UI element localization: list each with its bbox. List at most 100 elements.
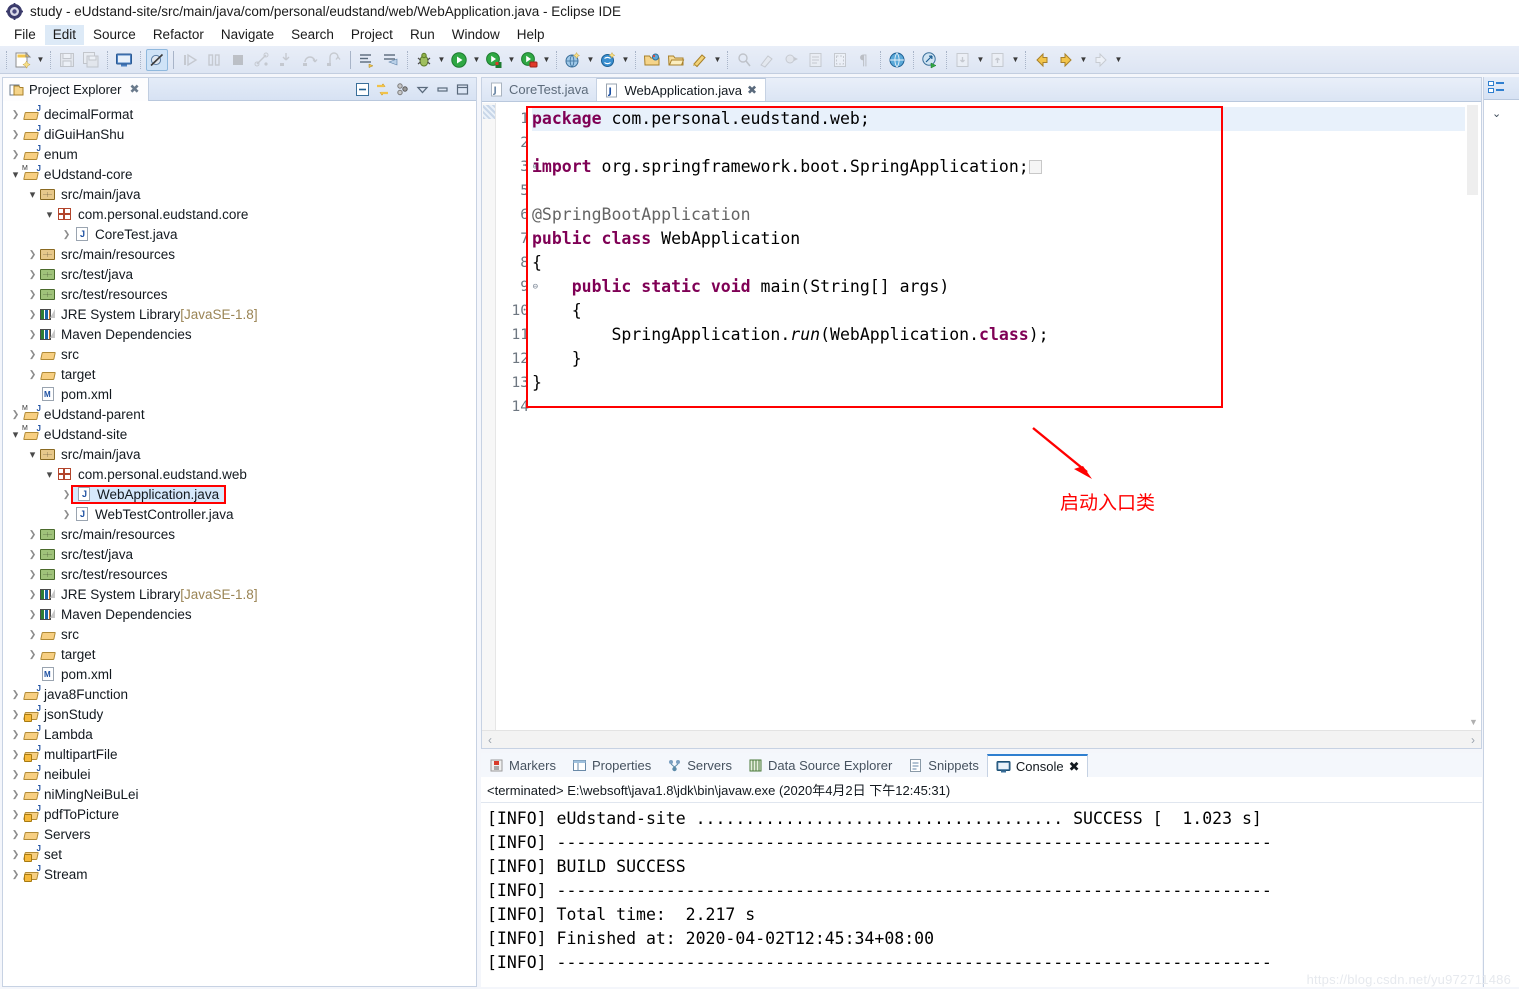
chevron-right-icon[interactable] <box>9 749 22 760</box>
menu-project[interactable]: Project <box>343 25 401 45</box>
tree-item[interactable]: src <box>3 624 476 644</box>
tree-item[interactable]: JjsonStudy <box>3 704 476 724</box>
menu-help[interactable]: Help <box>509 25 553 45</box>
run-dropdown-icon[interactable]: ▼ <box>471 49 482 71</box>
new-web-project-icon[interactable] <box>562 49 584 71</box>
chevron-right-icon[interactable] <box>26 309 39 320</box>
tree-item[interactable]: Jneibulei <box>3 764 476 784</box>
next-dropdown-icon[interactable]: ▼ <box>1113 49 1124 71</box>
tree-item[interactable]: src/main/java <box>3 444 476 464</box>
run-as-icon[interactable] <box>919 49 941 71</box>
chevron-right-icon[interactable] <box>9 729 22 740</box>
view-menu-icon[interactable] <box>414 81 431 98</box>
annotation-ruler[interactable] <box>482 103 496 730</box>
chevron-right-icon[interactable] <box>9 409 22 420</box>
code-line[interactable]: { <box>532 299 1465 323</box>
new-web-project-dropdown-icon[interactable]: ▼ <box>585 49 596 71</box>
push-dropdown-icon[interactable]: ▼ <box>1010 49 1021 71</box>
forward-icon[interactable] <box>1055 49 1077 71</box>
tab-properties[interactable]: Properties <box>564 754 659 777</box>
chevron-right-icon[interactable] <box>9 869 22 880</box>
tab-markers[interactable]: Markers <box>481 754 564 777</box>
chevron-down-icon[interactable] <box>26 188 39 201</box>
chevron-right-icon[interactable] <box>9 109 22 120</box>
console-icon[interactable] <box>113 49 135 71</box>
chevron-right-icon[interactable] <box>9 849 22 860</box>
stop-server-icon[interactable] <box>518 49 540 71</box>
tree-item[interactable]: JniMingNeiBuLei <box>3 784 476 804</box>
tree-item[interactable]: JRE System Library [JavaSE-1.8] <box>3 584 476 604</box>
forward-dropdown-icon[interactable]: ▼ <box>1078 49 1089 71</box>
menu-search[interactable]: Search <box>283 25 342 45</box>
code-line[interactable]: { <box>532 251 1465 275</box>
code-editor[interactable]: 1 2 3 ⊕ 5 6 7 8 9 ⊖ 10 11 12 13 14 package com.persona… <box>482 103 1481 748</box>
chevron-right-icon[interactable] <box>9 129 22 140</box>
open-type-icon[interactable] <box>641 49 663 71</box>
skip-all-breakpoints-icon[interactable] <box>146 48 168 71</box>
scroll-right-icon[interactable]: › <box>1471 733 1475 747</box>
tab-servers[interactable]: Servers <box>659 754 740 777</box>
tab-data-source-explorer[interactable]: Data Source Explorer <box>740 754 900 777</box>
menu-edit[interactable]: Edit <box>44 25 85 45</box>
tree-item[interactable]: com.personal.eudstand.core <box>3 204 476 224</box>
close-icon[interactable]: ✖ <box>129 82 139 96</box>
tree-item[interactable]: JStream <box>3 864 476 884</box>
tree-item[interactable]: Maven Dependencies <box>3 604 476 624</box>
chevron-right-icon[interactable] <box>26 549 39 560</box>
run-on-server-dropdown-icon[interactable]: ▼ <box>506 49 517 71</box>
stop-server-dropdown-icon[interactable]: ▼ <box>541 49 552 71</box>
tree-item[interactable]: Jenum <box>3 144 476 164</box>
menu-refactor[interactable]: Refactor <box>145 25 212 45</box>
chevron-right-icon[interactable] <box>9 809 22 820</box>
new-wizard-icon[interactable] <box>12 49 34 71</box>
coverage-dropdown-icon[interactable]: ▼ <box>620 49 631 71</box>
new-java-class-icon[interactable] <box>689 49 711 71</box>
open-task-icon[interactable] <box>665 49 687 71</box>
previous-annotation-icon[interactable] <box>380 49 402 71</box>
tree-item[interactable]: src/test/resources <box>3 564 476 584</box>
chevron-down-icon[interactable] <box>9 168 22 181</box>
menu-file[interactable]: File <box>6 25 44 45</box>
chevron-right-icon[interactable] <box>26 609 39 620</box>
link-with-editor-icon[interactable] <box>374 81 391 98</box>
tree-item[interactable]: src/test/java <box>3 264 476 284</box>
coverage-icon[interactable] <box>597 49 619 71</box>
outline-tabbar[interactable] <box>1484 77 1519 100</box>
scroll-left-icon[interactable]: ‹ <box>488 733 492 747</box>
debug-dropdown-icon[interactable]: ▼ <box>436 49 447 71</box>
tree-item[interactable]: JRE System Library [JavaSE-1.8] <box>3 304 476 324</box>
chevron-right-icon[interactable] <box>26 369 39 380</box>
open-web-browser-icon[interactable] <box>886 49 908 71</box>
chevron-right-icon[interactable] <box>26 329 39 340</box>
tree-item[interactable]: pom.xml <box>3 664 476 684</box>
chevron-right-icon[interactable] <box>60 229 73 240</box>
code-line[interactable]: SpringApplication.run(WebApplication.cla… <box>532 323 1465 347</box>
code-line[interactable]: public class WebApplication <box>532 227 1465 251</box>
tree-item[interactable]: pom.xml <box>3 384 476 404</box>
commit-dropdown-icon[interactable]: ▼ <box>975 49 986 71</box>
chevron-right-icon[interactable] <box>60 509 73 520</box>
tree-item[interactable]: WebTestController.java <box>3 504 476 524</box>
tree-item[interactable]: Servers <box>3 824 476 844</box>
code-line[interactable] <box>532 179 1465 203</box>
code-line[interactable]: @SpringBootApplication <box>532 203 1465 227</box>
tree-item[interactable]: JdecimalFormat <box>3 104 476 124</box>
run-icon[interactable] <box>448 49 470 71</box>
back-icon[interactable] <box>1031 49 1053 71</box>
tree-item[interactable]: src <box>3 344 476 364</box>
chevron-right-icon[interactable] <box>26 529 39 540</box>
chevron-right-icon[interactable] <box>9 769 22 780</box>
code-line[interactable]: } <box>532 371 1465 395</box>
tab-console[interactable]: Console ✖ <box>986 754 1089 777</box>
run-on-server-icon[interactable] <box>483 49 505 71</box>
chevron-right-icon[interactable] <box>26 569 39 580</box>
menu-window[interactable]: Window <box>444 25 508 45</box>
tree-item[interactable]: MJeUdstand-site <box>3 424 476 444</box>
project-tree[interactable]: JdecimalFormatJdiGuiHanShuJenumMJeUdstan… <box>3 102 476 986</box>
editor-vertical-scrollbar[interactable]: ▲ ▼ <box>1465 103 1481 730</box>
tree-item[interactable]: src/test/java <box>3 544 476 564</box>
tree-item[interactable]: target <box>3 364 476 384</box>
editor-tab-webapplication[interactable]: J WebApplication.java ✖ <box>597 78 767 101</box>
chevron-right-icon[interactable] <box>9 709 22 720</box>
tree-item[interactable]: src/main/resources <box>3 524 476 544</box>
